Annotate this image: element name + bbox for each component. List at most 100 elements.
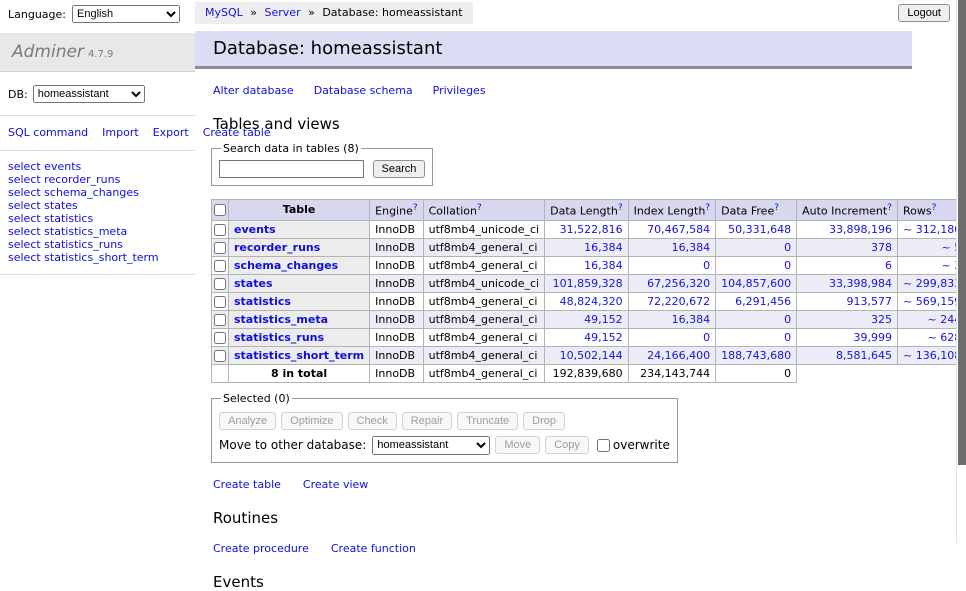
table-name-link[interactable]: schema_changes: [234, 259, 338, 272]
overwrite-label: overwrite: [613, 438, 670, 452]
cell-data-length: 16,384: [545, 256, 628, 274]
vertical-scrollbar[interactable]: [956, 0, 966, 543]
row-checkbox[interactable]: [214, 278, 226, 290]
table-name-link[interactable]: statistics_short_term: [234, 349, 364, 362]
table-name-cell: recorder_runs: [229, 238, 370, 256]
cell-auto-increment: 8,581,645: [797, 346, 898, 364]
search-input[interactable]: [219, 160, 364, 178]
tables-overview-table: TableEngine?Collation?Data Length?Index …: [211, 199, 966, 383]
table-row: schema_changesInnoDButf8mb4_general_ci16…: [212, 256, 966, 274]
table-name-link[interactable]: events: [234, 223, 276, 236]
column-header-data-length: Data Length?: [545, 200, 628, 221]
logout-button[interactable]: Logout: [898, 4, 950, 22]
cell-engine: InnoDB: [370, 310, 423, 328]
sidebar-action-link[interactable]: Export: [153, 126, 189, 139]
cell-engine: InnoDB: [370, 256, 423, 274]
routine-create-link[interactable]: Create procedure: [213, 542, 309, 555]
database-action-link[interactable]: Privileges: [433, 84, 486, 97]
adminer-logo-link[interactable]: Adminer: [12, 42, 84, 62]
help-link[interactable]: ?: [618, 203, 623, 213]
table-name-link[interactable]: statistics: [234, 295, 291, 308]
help-link[interactable]: ?: [774, 203, 779, 213]
cell-data-length: 49,152: [545, 328, 628, 346]
sidebar-select-table-link[interactable]: select events: [8, 160, 187, 173]
footer-checkbox-cell: [212, 364, 229, 382]
scrollbar-thumb[interactable]: [958, 0, 966, 465]
overwrite-checkbox[interactable]: [597, 439, 610, 452]
truncate-button[interactable]: Truncate: [457, 412, 518, 430]
move-database-select[interactable]: homeassistant: [372, 436, 490, 455]
routine-create-link[interactable]: Create function: [331, 542, 416, 555]
repair-button[interactable]: Repair: [402, 412, 452, 430]
row-checkbox-cell: [212, 346, 229, 364]
sidebar: Adminer 4.7.9 DB: homeassistant SQL comma…: [0, 0, 195, 591]
cell-auto-increment: 33,398,984: [797, 274, 898, 292]
cell-index-length: 67,256,320: [628, 274, 716, 292]
check-button[interactable]: Check: [348, 412, 397, 430]
table-name-link[interactable]: statistics_runs: [234, 331, 324, 344]
search-button[interactable]: Search: [373, 160, 426, 178]
sidebar-select-table-link[interactable]: select recorder_runs: [8, 173, 187, 186]
cell-data-free: 0: [716, 238, 797, 256]
breadcrumb-separator: »: [308, 6, 315, 19]
sidebar-select-table-link[interactable]: select statistics_short_term: [8, 251, 187, 264]
cell-collation: utf8mb4_general_ci: [423, 292, 544, 310]
language-select[interactable]: English: [72, 5, 180, 23]
move-button[interactable]: Move: [495, 436, 540, 454]
sidebar-action-links: SQL commandImportExportCreate table: [0, 116, 195, 151]
help-link[interactable]: ?: [477, 203, 482, 213]
help-link[interactable]: ?: [705, 203, 710, 213]
create-table-view-links: Create table Create view: [213, 478, 956, 491]
row-checkbox[interactable]: [214, 296, 226, 308]
help-link[interactable]: ?: [932, 203, 937, 213]
row-checkbox-cell: [212, 292, 229, 310]
create-link[interactable]: Create view: [303, 478, 368, 491]
table-name-cell: schema_changes: [229, 256, 370, 274]
cell-data-length: 48,824,320: [545, 292, 628, 310]
table-name-link[interactable]: states: [234, 277, 273, 290]
help-link[interactable]: ?: [413, 203, 418, 213]
db-select[interactable]: homeassistant: [33, 85, 145, 103]
table-name-link[interactable]: statistics_meta: [234, 313, 328, 326]
cell-index-length: 16,384: [628, 238, 716, 256]
column-header-index-length: Index Length?: [628, 200, 716, 221]
row-checkbox[interactable]: [214, 260, 226, 272]
row-checkbox[interactable]: [214, 224, 226, 236]
db-selector-row: DB: homeassistant: [0, 72, 195, 116]
table-name-link[interactable]: recorder_runs: [234, 241, 320, 254]
sidebar-select-table-link[interactable]: select statistics_meta: [8, 225, 187, 238]
drop-button[interactable]: Drop: [523, 412, 565, 430]
row-checkbox[interactable]: [214, 350, 226, 362]
select-all-checkbox[interactable]: [214, 204, 226, 216]
database-action-link[interactable]: Database schema: [314, 84, 413, 97]
db-label: DB:: [8, 88, 28, 101]
cell-index-length: 70,467,584: [628, 220, 716, 238]
help-link[interactable]: ?: [887, 203, 892, 213]
analyze-button[interactable]: Analyze: [219, 412, 276, 430]
adminer-version: 4.7.9: [88, 49, 113, 60]
breadcrumb-mysql-link[interactable]: MySQL: [205, 6, 243, 19]
create-link[interactable]: Create table: [213, 478, 281, 491]
selected-fieldset: Selected (0) AnalyzeOptimizeCheckRepairT…: [211, 392, 678, 463]
copy-button[interactable]: Copy: [545, 436, 589, 454]
sidebar-select-table-link[interactable]: select statistics: [8, 212, 187, 225]
sidebar-action-link[interactable]: SQL command: [8, 126, 88, 139]
table-row: statesInnoDButf8mb4_unicode_ci101,859,32…: [212, 274, 966, 292]
breadcrumb-server-link[interactable]: Server: [265, 6, 301, 19]
move-database-label: Move to other database:: [219, 438, 366, 452]
sidebar-table-links: select eventsselect recorder_runsselect …: [0, 151, 195, 275]
table-operations-row: Analyze Optimize Check Repair Truncate Drop: [219, 412, 670, 430]
optimize-button[interactable]: Optimize: [281, 412, 342, 430]
row-checkbox[interactable]: [214, 314, 226, 326]
database-action-link[interactable]: Alter database: [213, 84, 294, 97]
sidebar-select-table-link[interactable]: select states: [8, 199, 187, 212]
sidebar-select-table-link[interactable]: select statistics_runs: [8, 238, 187, 251]
cell-collation: utf8mb4_general_ci: [423, 310, 544, 328]
footer-data-length: 192,839,680: [545, 364, 628, 382]
table-header-row: TableEngine?Collation?Data Length?Index …: [212, 200, 966, 221]
cell-data-free: 0: [716, 256, 797, 274]
row-checkbox[interactable]: [214, 332, 226, 344]
sidebar-select-table-link[interactable]: select schema_changes: [8, 186, 187, 199]
sidebar-action-link[interactable]: Import: [102, 126, 139, 139]
row-checkbox[interactable]: [214, 242, 226, 254]
